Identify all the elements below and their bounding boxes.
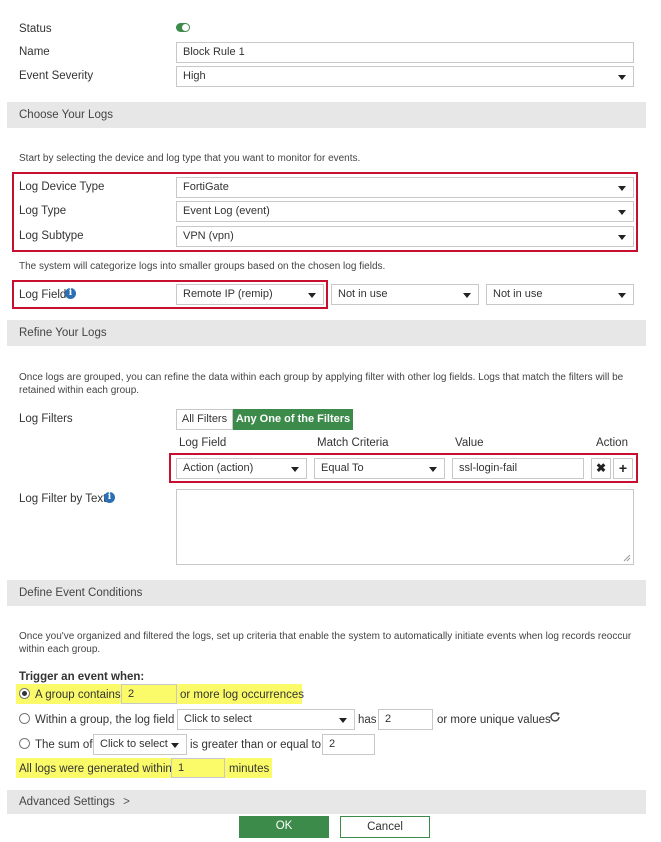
severity-select[interactable]: High [176,66,634,87]
toggle-all-filters[interactable]: All Filters [176,409,233,430]
option2-prefix: Within a group, the log field [35,714,175,726]
option3-prefix: The sum of [35,739,93,751]
filter-field-select[interactable]: Action (action) [176,458,307,479]
option1-prefix: A group contains [35,689,121,701]
advanced-settings-toggle[interactable]: Advanced Settings > [7,790,646,814]
grouping-hint: The system will categorize logs into sma… [19,261,386,272]
col-action: Action [596,437,628,449]
log-field-label: Log Field [19,289,67,301]
log-field-select-1[interactable]: Remote IP (remip) [176,284,324,305]
log-type-select[interactable]: Event Log (event) [176,201,634,222]
close-icon: ✖ [595,461,607,475]
ok-button[interactable]: OK [239,816,329,838]
option1-suffix: or more log occurrences [180,689,304,701]
status-label: Status [19,23,52,35]
log-subtype-label: Log Subtype [19,230,84,242]
log-device-type-label: Log Device Type [19,181,105,193]
option2-has: has [358,714,377,726]
delete-filter-button[interactable]: ✖ [591,458,611,479]
filter-criteria-select[interactable]: Equal To [314,458,445,479]
name-input[interactable]: Block Rule 1 [176,42,634,63]
name-label: Name [19,46,50,58]
refresh-icon[interactable] [549,711,561,723]
time-window-input[interactable]: 1 [171,758,225,778]
choose-logs-hint: Start by selecting the device and log ty… [19,153,361,164]
all-logs-prefix: All logs were generated within [19,763,172,775]
plus-icon: + [618,460,628,476]
add-filter-button[interactable]: + [613,458,633,479]
col-log-field: Log Field [179,437,227,449]
all-logs-suffix: minutes [229,763,270,775]
option2-radio[interactable] [19,713,30,724]
conditions-hint-line2: within each group. [19,644,101,655]
sum-field-select[interactable]: Click to select [93,734,187,755]
filter-value-input[interactable]: ssl-login-fail [452,458,584,479]
advanced-settings-label: Advanced Settings [19,796,115,808]
log-device-type-select[interactable]: FortiGate [176,177,634,198]
log-filters-label: Log Filters [19,413,73,425]
log-field-select-2[interactable]: Not in use [331,284,479,305]
col-value: Value [455,437,484,449]
filter-text-area[interactable] [176,489,634,565]
option1-radio[interactable] [19,688,30,699]
log-subtype-select[interactable]: VPN (vpn) [176,226,634,247]
sum-threshold-input[interactable]: 2 [322,734,375,755]
chevron-right-icon: > [123,796,130,808]
toggle-any-filter[interactable]: Any One of the Filters [233,409,353,430]
log-field-select-3[interactable]: Not in use [486,284,634,305]
section-choose-logs: Choose Your Logs [7,102,646,128]
section-event-conditions: Define Event Conditions [7,580,646,606]
cancel-button[interactable]: Cancel [340,816,430,838]
option2-suffix: or more unique values [437,714,551,726]
filter-by-text-label: Log Filter by Text [19,493,107,505]
group-count-input[interactable]: 2 [121,684,177,704]
status-toggle[interactable] [176,23,190,32]
option3-radio[interactable] [19,738,30,749]
resize-handle-icon[interactable] [623,554,631,562]
info-icon[interactable]: i [65,288,76,299]
conditions-hint-line1: Once you've organized and filtered the l… [19,631,632,642]
refine-hint-line2: retained within each group. [19,385,140,396]
unique-field-select[interactable]: Click to select [177,709,355,730]
refine-hint-line1: Once logs are grouped, you can refine th… [19,372,624,383]
trigger-label: Trigger an event when: [19,671,145,683]
info-icon[interactable]: i [104,492,115,503]
toggle-knob [182,24,189,31]
log-type-label: Log Type [19,205,67,217]
section-refine-logs: Refine Your Logs [7,320,646,346]
severity-label: Event Severity [19,70,94,82]
option3-middle: is greater than or equal to [190,739,322,751]
col-match-criteria: Match Criteria [317,437,389,449]
unique-count-input[interactable]: 2 [378,709,433,730]
